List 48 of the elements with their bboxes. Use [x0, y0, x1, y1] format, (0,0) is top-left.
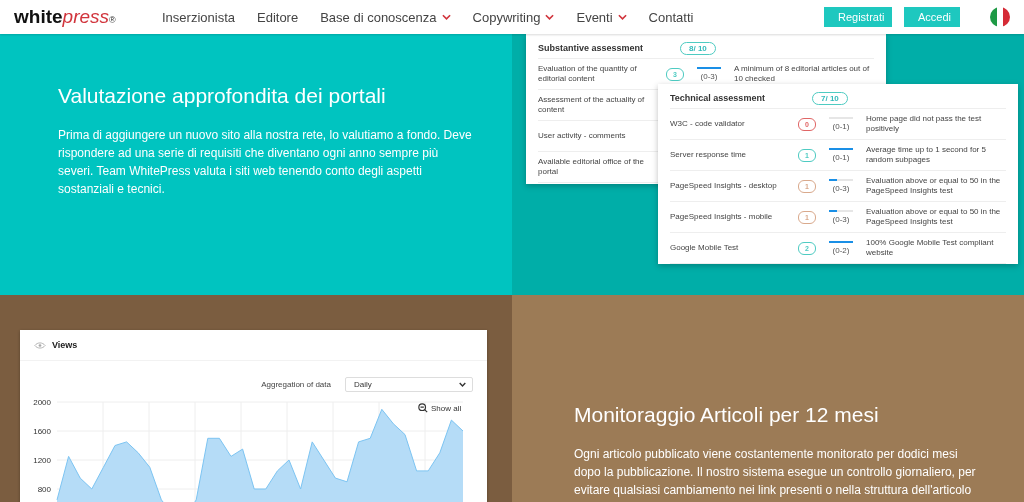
- show-all-link[interactable]: Show all: [418, 403, 462, 413]
- criterion-note: Evaluation above or equal to 50 in the PageSpeed Insights test: [866, 176, 1002, 196]
- section-paragraph: Prima di aggiungere un nuovo sito alla nostra rete, lo valutiamo a fondo. Deve rispondere ad una serie di requisiti che diventano ogni anno sempre più severi. Team WhitePress valuta i siti web tenendo conto degli aspetti sostanziali e tecnici.: [58, 127, 472, 198]
- axis-tick-label: 2000: [33, 397, 51, 407]
- criterion-label: Server response time: [670, 150, 748, 160]
- nav-link[interactable]: Eventi: [576, 9, 627, 25]
- section-paragraph: Ogni articolo pubblicato viene costantemente monitorato per dodici mesi dopo la pubblicazione. Il nostro sistema esegue un controllo giornaliero, per evitare qualsiasi cambiamento nei link presenti o nella struttura dell'articolo: [574, 446, 977, 499]
- criterion-label: User activity - comments: [538, 131, 627, 141]
- criterion-label: Evaluation of the quantity of editorial content: [538, 64, 638, 84]
- range-label: (0-3): [832, 184, 850, 193]
- criterion-label: PageSpeed Insights - desktop: [670, 181, 778, 191]
- criterion-label: Assessment of the actuality of content: [538, 95, 646, 115]
- chevron-down-icon: [459, 382, 466, 387]
- range-label: (0-2): [832, 246, 850, 255]
- aggregation-select[interactable]: Daily: [345, 377, 473, 392]
- nav-link[interactable]: Inserzionista: [162, 9, 235, 25]
- criterion-note: Average time up to 1 second for 5 random subpages: [866, 145, 987, 165]
- caret-icon: [441, 14, 451, 20]
- section-heading: Monitoraggio Articoli per 12 mesi: [574, 403, 880, 427]
- card-title: Substantive assessment: [538, 43, 645, 53]
- field-label: Aggregation of data: [261, 380, 331, 389]
- range-label: (0-1): [832, 122, 850, 131]
- section-heading: Valutazione approfondita dei portali: [58, 84, 387, 108]
- nav-link[interactable]: Copywriting: [472, 9, 555, 25]
- nav-link[interactable]: Editore: [257, 9, 299, 25]
- criterion-label: Google Mobile Test: [670, 243, 740, 253]
- eye-icon: [34, 341, 46, 349]
- range-label: (0-1): [832, 153, 850, 162]
- criterion-note: Home page did not pass the test positively: [866, 114, 983, 134]
- axis-tick-label: 1600: [33, 426, 51, 436]
- axis-tick-label: 1200: [33, 455, 51, 465]
- axis-tick-label: 800: [37, 484, 51, 494]
- range-label: (0-3): [832, 215, 850, 224]
- criterion-note: 100% Google Mobile Test compliant website: [866, 238, 995, 258]
- criterion-note: Evaluation above or equal to 50 in the PageSpeed Insights test: [866, 207, 1002, 227]
- nav-link[interactable]: Base di conoscenza: [320, 9, 451, 25]
- italian-flag-icon[interactable]: [990, 7, 1010, 27]
- caret-icon: [617, 14, 627, 20]
- criterion-note: A minimum of 8 editorial articles out of 10 checked: [734, 64, 870, 84]
- criterion-label: W3C - code validator: [670, 119, 746, 129]
- card-title: Technical assessment: [670, 93, 766, 103]
- caret-icon: [545, 14, 555, 20]
- card-title: Views: [52, 340, 78, 350]
- criterion-label: Available editorial office of the portal: [538, 157, 645, 177]
- nav-link[interactable]: Contatti: [648, 9, 694, 25]
- range-label: (0-3): [700, 72, 718, 81]
- zoom-out-icon: [418, 403, 428, 413]
- criterion-label: PageSpeed Insights - mobile: [670, 212, 774, 222]
